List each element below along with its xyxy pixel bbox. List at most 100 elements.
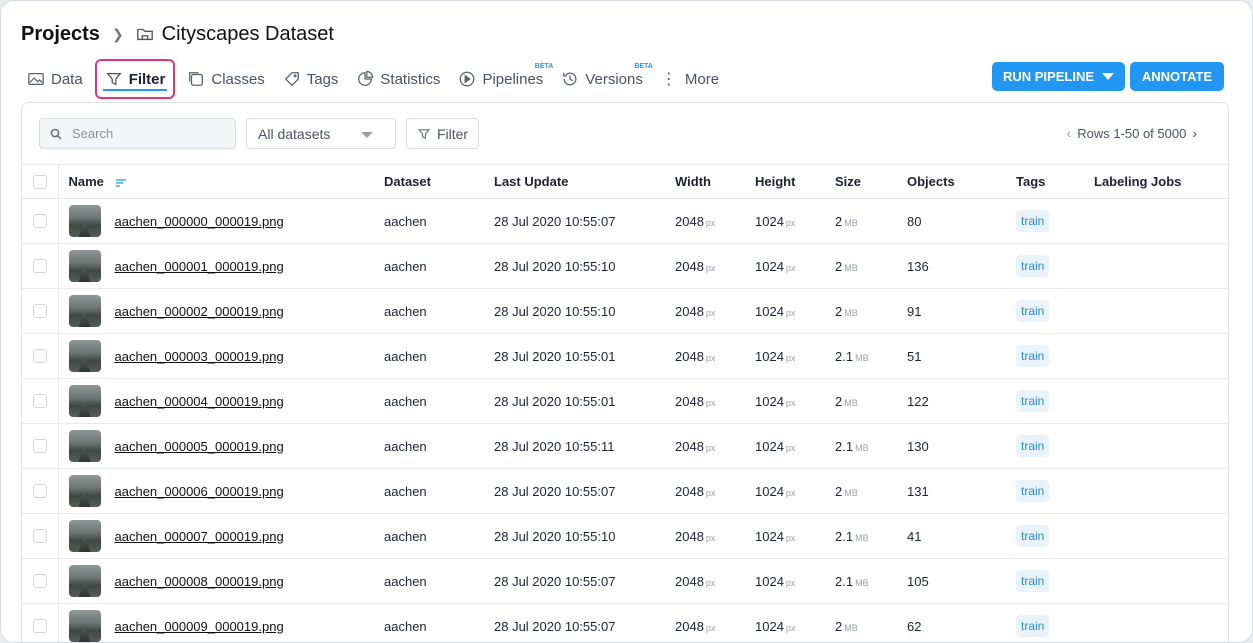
row-checkbox[interactable] [33, 619, 47, 633]
image-thumbnail[interactable] [68, 340, 101, 372]
tab-classes[interactable]: Classes [181, 63, 270, 95]
table-row[interactable]: aachen_000005_000019.png aachen 28 Jul 202… [22, 423, 1228, 469]
image-thumbnail[interactable] [68, 430, 101, 462]
table-row[interactable]: aachen_000008_000019.png aachen 28 Jul 202… [22, 558, 1228, 604]
run-pipeline-button[interactable]: RUN PIPELINE [992, 62, 1125, 91]
row-checkbox[interactable] [33, 484, 47, 498]
size-unit: MB [844, 307, 858, 318]
tag-badge[interactable]: train [1016, 345, 1050, 367]
tab-versions[interactable]: Versions BETA [555, 63, 653, 95]
row-checkbox[interactable] [33, 304, 47, 318]
tag-badge[interactable]: train [1016, 435, 1050, 457]
column-header-last-update[interactable]: Last Update [494, 165, 675, 199]
file-name-link[interactable]: aachen_000005_000019.png [115, 439, 284, 454]
file-name-link[interactable]: aachen_000002_000019.png [115, 304, 284, 319]
image-thumbnail[interactable] [68, 610, 101, 642]
select-all-checkbox[interactable] [33, 174, 47, 189]
width-unit: px [705, 397, 716, 408]
size-cell: 2.1 MB [835, 424, 907, 469]
image-thumbnail[interactable] [68, 565, 101, 597]
row-checkbox[interactable] [33, 259, 47, 273]
filter-icon [106, 72, 122, 86]
column-header-tags[interactable]: Tags [1016, 165, 1094, 199]
beta-badge: BETA [634, 63, 653, 70]
tag-badge[interactable]: train [1016, 300, 1050, 322]
last-update-cell: 28 Jul 2020 10:55:11 [494, 438, 615, 454]
file-name-link[interactable]: aachen_000008_000019.png [115, 574, 284, 589]
classes-icon [189, 72, 204, 86]
file-name-link[interactable]: aachen_000007_000019.png [115, 529, 284, 544]
tag-badge[interactable]: train [1016, 570, 1050, 592]
image-thumbnail[interactable] [68, 295, 101, 327]
size-unit: MB [844, 622, 858, 633]
prev-page-icon[interactable]: ‹ [1067, 125, 1072, 141]
row-checkbox[interactable] [33, 529, 47, 543]
sort-icon[interactable] [115, 178, 126, 187]
dataset-cell: aachen [384, 213, 427, 229]
image-thumbnail[interactable] [68, 205, 101, 237]
column-header-name[interactable]: Name [58, 165, 384, 199]
tag-badge[interactable]: train [1016, 615, 1050, 637]
tab-filter[interactable]: Filter [94, 59, 176, 99]
tab-label: Versions [585, 70, 643, 88]
image-thumbnail[interactable] [68, 475, 101, 507]
column-header-size[interactable]: Size [835, 165, 907, 199]
search-input[interactable] [72, 126, 222, 141]
tag-badge[interactable]: train [1016, 255, 1050, 277]
file-name-link[interactable]: aachen_000001_000019.png [115, 259, 284, 274]
table-row[interactable]: aachen_000003_000019.png aachen 28 Jul 202… [22, 333, 1228, 379]
tab-data[interactable]: Data [21, 63, 89, 95]
column-header-width[interactable]: Width [675, 165, 755, 199]
table-row[interactable]: aachen_000009_000019.png aachen 28 Jul 202… [22, 603, 1228, 643]
tags-cell: train [1016, 424, 1094, 469]
objects-cell: 80 [907, 213, 922, 229]
tag-badge[interactable]: train [1016, 525, 1050, 547]
tab-tags[interactable]: Tags [277, 63, 345, 95]
file-name-link[interactable]: aachen_000003_000019.png [115, 349, 284, 364]
filter-button[interactable]: Filter [406, 118, 479, 149]
table-row[interactable]: aachen_000001_000019.png aachen 28 Jul 202… [22, 243, 1228, 289]
tab-more[interactable]: ⋮ More [655, 63, 725, 95]
table-row[interactable]: aachen_000007_000019.png aachen 28 Jul 202… [22, 513, 1228, 559]
image-thumbnail[interactable] [68, 520, 101, 552]
annotate-button[interactable]: ANNOTATE [1130, 62, 1224, 91]
row-checkbox[interactable] [33, 394, 47, 408]
search-box [39, 118, 236, 149]
file-name-link[interactable]: aachen_000009_000019.png [115, 619, 284, 634]
table-row[interactable]: aachen_000002_000019.png aachen 28 Jul 202… [22, 288, 1228, 334]
width-cell: 2048 px [675, 424, 755, 469]
column-header-height[interactable]: Height [755, 165, 835, 199]
row-checkbox[interactable] [33, 439, 47, 453]
tab-pipelines[interactable]: Pipelines BETA [452, 63, 553, 95]
width-value: 2048 [675, 483, 704, 499]
row-checkbox[interactable] [33, 574, 47, 588]
file-name-link[interactable]: aachen_000000_000019.png [115, 214, 284, 229]
table-row[interactable]: aachen_000000_000019.png aachen 28 Jul 202… [22, 198, 1228, 244]
tab-statistics[interactable]: Statistics [350, 63, 446, 95]
tag-badge[interactable]: train [1016, 390, 1050, 412]
tags-cell: train [1016, 244, 1094, 289]
next-page-icon[interactable]: › [1192, 125, 1197, 141]
table-row[interactable]: aachen_000006_000019.png aachen 28 Jul 202… [22, 468, 1228, 514]
breadcrumb-projects-link[interactable]: Projects [21, 23, 100, 46]
row-checkbox[interactable] [33, 349, 47, 363]
file-name-link[interactable]: aachen_000006_000019.png [115, 484, 284, 499]
objects-cell: 136 [907, 258, 929, 274]
height-value: 1024 [755, 573, 784, 589]
row-checkbox[interactable] [33, 214, 47, 228]
column-header-dataset[interactable]: Dataset [384, 165, 494, 199]
height-value: 1024 [755, 528, 784, 544]
image-thumbnail[interactable] [68, 250, 101, 282]
data-table: Name Dataset Last Update Width Height Si… [22, 164, 1228, 643]
height-cell: 1024 px [755, 514, 835, 559]
tag-badge[interactable]: train [1016, 480, 1050, 502]
file-name-link[interactable]: aachen_000004_000019.png [115, 394, 284, 409]
dataset-select[interactable]: All datasets [246, 118, 396, 149]
column-header-labeling-jobs[interactable]: Labeling Jobs [1094, 165, 1228, 199]
column-header-objects[interactable]: Objects [907, 165, 1016, 199]
table-row[interactable]: aachen_000004_000019.png aachen 28 Jul 202… [22, 378, 1228, 424]
tag-badge[interactable]: train [1016, 210, 1050, 232]
width-unit: px [705, 307, 716, 318]
image-thumbnail[interactable] [68, 385, 101, 417]
height-cell: 1024 px [755, 604, 835, 643]
